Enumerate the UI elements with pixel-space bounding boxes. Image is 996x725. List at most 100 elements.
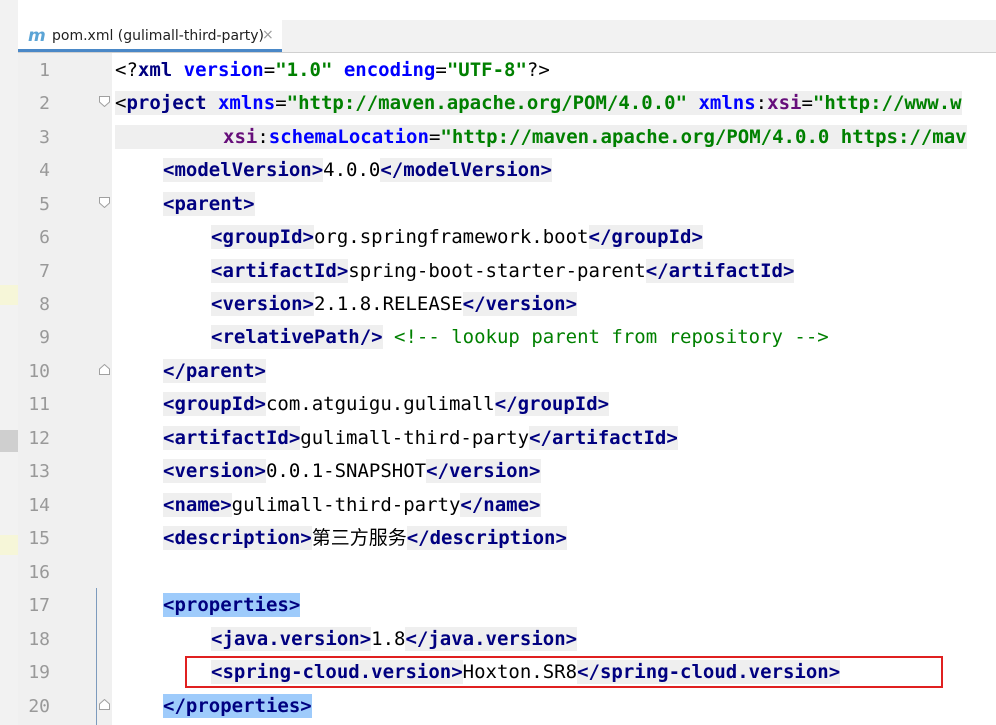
line-content: <modelVersion>4.0.0</modelVersion>: [163, 158, 552, 182]
maven-m-icon: m: [28, 26, 46, 46]
token: <name>: [163, 493, 232, 517]
line-number: 17: [28, 595, 50, 616]
line-content: <name>gulimall-third-party</name>: [163, 493, 541, 517]
token: <!-- lookup parent from repository -->: [394, 326, 829, 348]
token: 0.0.1-SNAPSHOT: [265, 460, 427, 482]
code-line: 2 <project xmlns="http://maven.apache.or…: [0, 86, 996, 120]
line-content: </properties>: [163, 694, 312, 718]
line-number: 6: [39, 227, 50, 248]
token: spring-boot-starter-parent: [348, 260, 646, 282]
fold-close-icon[interactable]: [99, 699, 110, 710]
line-content: <relativePath/> <!-- lookup parent from …: [211, 325, 829, 349]
token: 第三方服务: [311, 527, 407, 549]
code-line: 8 <version>2.1.8.RELEASE</version>: [0, 287, 996, 321]
line-number: 16: [28, 562, 50, 583]
token: "UTF-8": [446, 59, 527, 81]
token: <parent>: [163, 192, 255, 216]
tab-title: pom.xml (gulimall-third-party): [52, 28, 265, 44]
token: </artifactId>: [645, 259, 795, 283]
line-content: xsi:schemaLocation="http://maven.apache.…: [115, 125, 967, 149]
code-line: 11 <groupId>com.atguigu.gulimall</groupI…: [0, 387, 996, 421]
line-number: 12: [28, 428, 50, 449]
fold-open-icon[interactable]: [99, 197, 110, 208]
line-number: 4: [39, 160, 50, 181]
line-number: 10: [28, 361, 50, 382]
fold-close-icon[interactable]: [99, 364, 110, 375]
token: </java.version>: [405, 627, 578, 651]
token: </name>: [460, 493, 541, 517]
token: <version>: [163, 459, 266, 483]
token: com.atguigu.gulimall: [265, 393, 495, 415]
code-line: 9 <relativePath/> <!-- lookup parent fro…: [0, 320, 996, 354]
token: ?>: [526, 59, 550, 81]
token: xmlns: [217, 92, 276, 114]
fold-open-icon[interactable]: [99, 96, 110, 107]
line-content: <version>0.0.1-SNAPSHOT</version>: [163, 459, 541, 483]
token: schemaLocation: [268, 126, 429, 148]
code-line: 1 <?xml version="1.0" encoding="UTF-8"?>: [0, 53, 996, 87]
token: <groupId>: [211, 225, 314, 249]
token: =: [428, 126, 441, 148]
line-content: <artifactId>gulimall-third-party</artifa…: [163, 426, 678, 450]
line-content: <properties>: [163, 593, 301, 617]
token: </description>: [406, 526, 567, 550]
code-line: 17 <properties>: [0, 588, 996, 622]
token: xmlns: [698, 92, 756, 114]
line-number: 13: [28, 461, 50, 482]
line-content: <parent>: [163, 192, 255, 216]
line-number: 18: [28, 629, 50, 650]
token: 2.1.8.RELEASE: [313, 293, 463, 315]
code-line: 3 xsi:schemaLocation="http://maven.apach…: [0, 120, 996, 154]
line-number: 2: [39, 93, 50, 114]
token: "http://maven.apache.org/POM/4.0.0 https…: [440, 126, 967, 148]
tab-pom-xml[interactable]: m pom.xml (gulimall-third-party) ×: [18, 20, 282, 52]
token: <relativePath/>: [211, 325, 383, 349]
token: =: [435, 59, 447, 81]
token: xml: [137, 59, 173, 81]
token: =: [263, 59, 276, 81]
close-icon[interactable]: ×: [262, 27, 274, 43]
line-number: 8: [39, 294, 50, 315]
token: </version>: [462, 292, 578, 316]
line-number: 9: [39, 327, 50, 348]
line-content: <version>2.1.8.RELEASE</version>: [211, 292, 578, 316]
line-number: 19: [28, 662, 50, 683]
token: </version>: [426, 459, 541, 483]
token: "http://www.w: [812, 92, 962, 114]
token: "http://maven.apache.org/POM/4.0.0": [286, 92, 688, 114]
token: <artifactId>: [163, 426, 301, 450]
token: <groupId>: [163, 392, 266, 416]
code-line: 14 <name>gulimall-third-party</name>: [0, 488, 996, 522]
token: "1.0": [275, 59, 333, 81]
token: </modelVersion>: [380, 158, 552, 182]
token: <properties>: [163, 593, 301, 617]
token: </artifactId>: [529, 426, 678, 450]
token: <java.version>: [211, 627, 372, 651]
code-line: 20 </properties>: [0, 689, 996, 723]
line-content: <artifactId>spring-boot-starter-parent</…: [211, 259, 795, 283]
token: <version>: [211, 292, 314, 316]
line-content: </parent>: [163, 359, 266, 383]
code-line: 13 <version>0.0.1-SNAPSHOT</version>: [0, 454, 996, 488]
code-line: 18 <java.version>1.8</java.version>: [0, 622, 996, 656]
token: gulimall-third-party: [231, 494, 461, 516]
line-content: <java.version>1.8</java.version>: [211, 627, 578, 651]
editor-tab-bar: m pom.xml (gulimall-third-party) ×: [18, 20, 996, 53]
code-line: 10 </parent>: [0, 354, 996, 388]
token: xsi: [223, 126, 258, 148]
token: <: [115, 92, 127, 114]
code-line: 12 <artifactId>gulimall-third-party</art…: [0, 421, 996, 455]
code-line: 16: [0, 555, 996, 589]
line-content: <groupId>com.atguigu.gulimall</groupId>: [163, 392, 610, 416]
token: 1.8: [371, 628, 406, 650]
code-line: 6 <groupId>org.springframework.boot</gro…: [0, 220, 996, 254]
code-line: 4 <modelVersion>4.0.0</modelVersion>: [0, 153, 996, 187]
line-number: 5: [39, 194, 50, 215]
token: :: [257, 126, 269, 148]
token: </groupId>: [588, 225, 703, 249]
line-number: 20: [28, 696, 50, 717]
